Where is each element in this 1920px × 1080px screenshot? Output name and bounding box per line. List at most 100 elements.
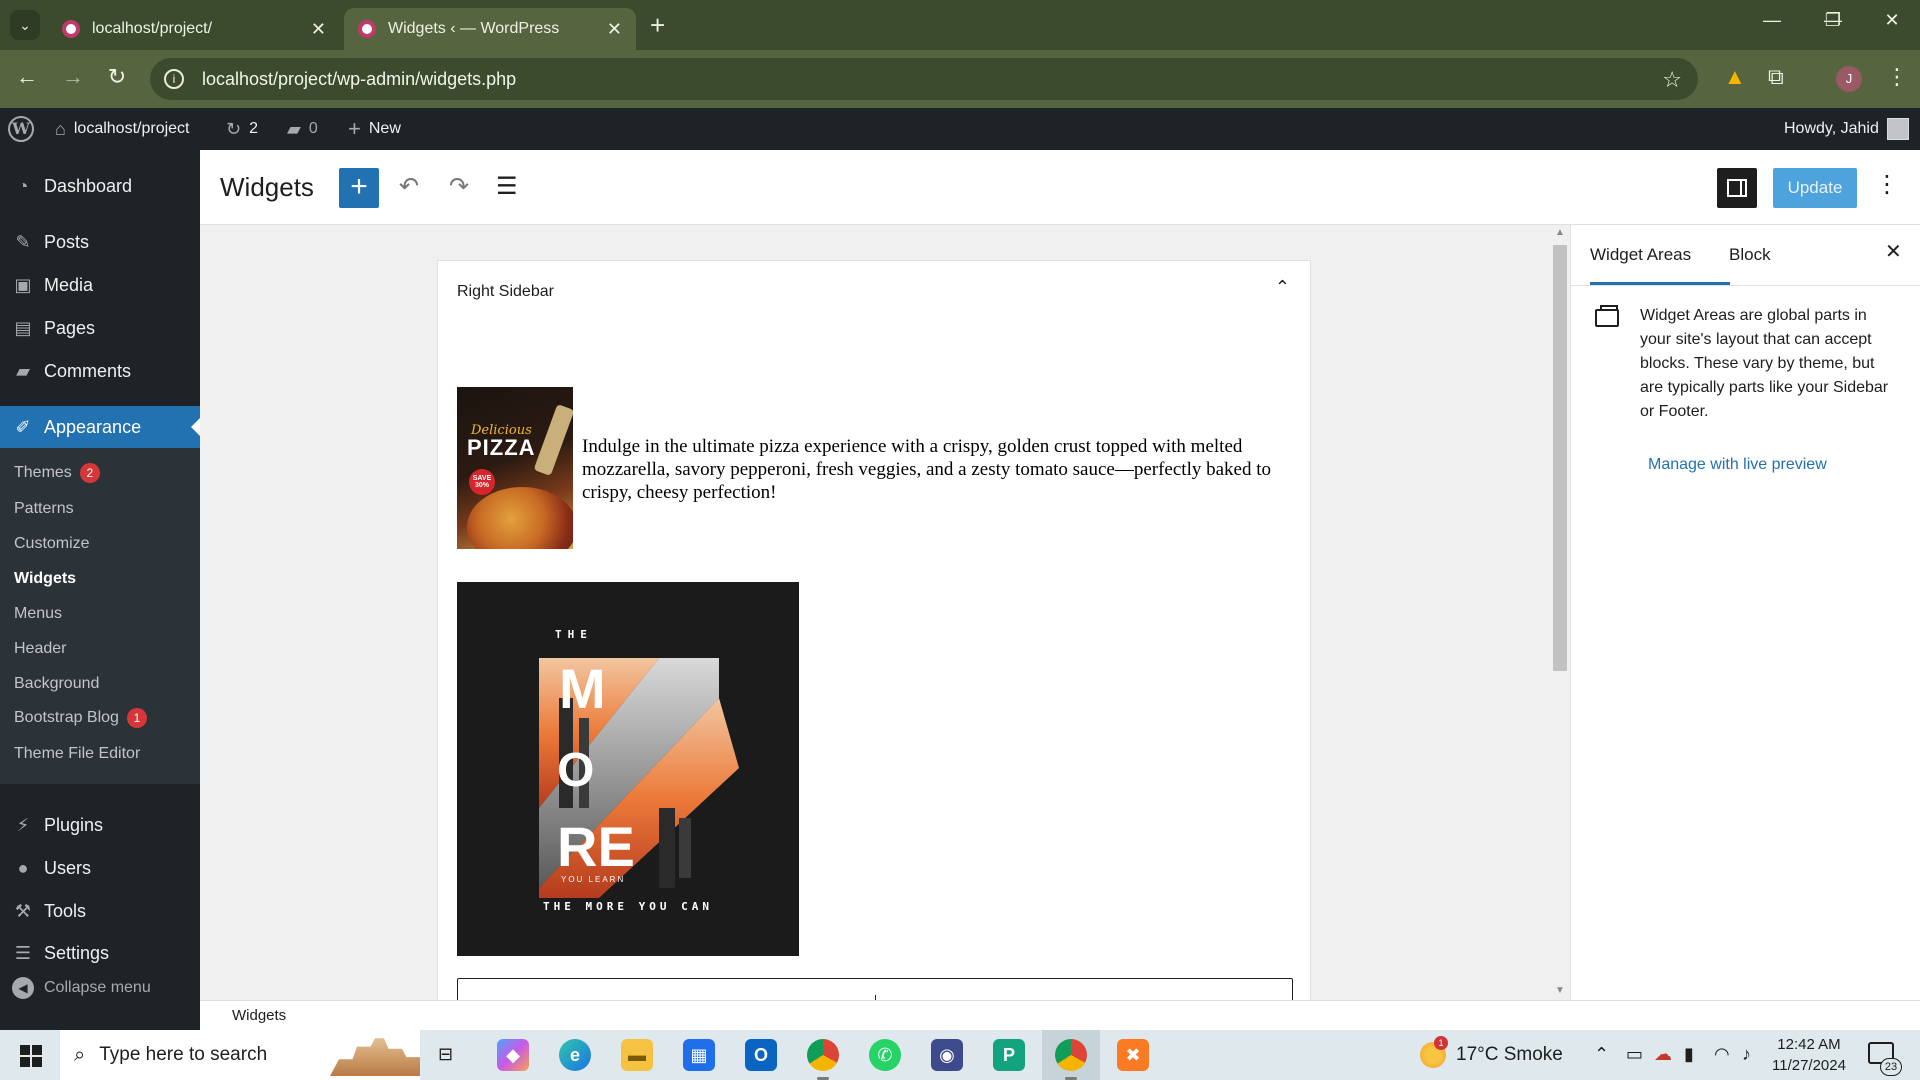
redo-icon[interactable]: ↷ [449, 172, 469, 201]
drive-extension-icon[interactable]: ▲ [1724, 64, 1746, 90]
options-menu-icon[interactable]: ⋮ [1875, 170, 1899, 199]
pizza-description-paragraph[interactable]: Indulge in the ultimate pizza experience… [582, 435, 1292, 504]
submenu-item-menus[interactable]: Menus [14, 605, 62, 623]
submenu-item-header[interactable]: Header [14, 640, 66, 658]
poster-building [679, 818, 691, 878]
submenu-item-themes[interactable]: Themes 2 [14, 463, 100, 483]
whatsapp-icon[interactable]: ✆ [869, 1039, 901, 1071]
weather-widget[interactable]: 1 17°C Smoke [1420, 1036, 1563, 1068]
edge-browser-icon[interactable]: e [559, 1039, 591, 1071]
tab-divider [1571, 285, 1920, 286]
bookmark-star-icon[interactable]: ☆ [1662, 67, 1682, 93]
my-account-link[interactable]: Howdy, Jahid [1784, 108, 1909, 150]
poster-letter-m: M [559, 657, 606, 720]
submenu-item-theme-file-editor[interactable]: Theme File Editor [14, 745, 140, 763]
browser-tab-localhost[interactable]: localhost/project/ ✕ [48, 8, 340, 50]
updates-link[interactable]: ↻ 2 [226, 108, 258, 150]
media-app-icon[interactable]: ◉ [931, 1039, 963, 1071]
widget-area-title[interactable]: Right Sidebar [457, 283, 554, 301]
xampp-icon[interactable]: ✖ [1117, 1039, 1149, 1071]
menu-item-settings[interactable]: ☰ Settings [0, 932, 200, 974]
tab-title: localhost/project/ [92, 20, 213, 37]
task-view-icon[interactable]: ⊟ [438, 1044, 453, 1065]
windows-start-icon[interactable] [20, 1045, 42, 1067]
meet-now-icon[interactable]: ▭ [1626, 1044, 1643, 1065]
taskbar-search-input[interactable]: ⌕ Type here to search [60, 1030, 420, 1080]
home-icon: ⌂ [55, 118, 66, 139]
menu-item-comments[interactable]: ▰ Comments [0, 350, 200, 392]
pages-icon: ▤ [14, 317, 32, 338]
submenu-item-widgets[interactable]: Widgets [14, 570, 76, 588]
outlook-icon[interactable]: O [745, 1039, 777, 1071]
close-icon[interactable]: ✕ [607, 19, 622, 40]
menu-label: Users [44, 857, 92, 878]
url-input[interactable]: i localhost/project/wp-admin/widgets.php… [150, 58, 1698, 100]
menu-item-appearance[interactable]: ✐ Appearance [0, 406, 200, 448]
browser-tab-widgets[interactable]: Widgets ‹ — WordPress ✕ [344, 8, 636, 50]
site-info-icon[interactable]: i [164, 69, 184, 89]
tab-widget-areas[interactable]: Widget Areas [1590, 225, 1730, 285]
wp-logo-button[interactable]: W [8, 108, 34, 150]
scroll-up-arrow-icon[interactable]: ▲ [1555, 227, 1565, 238]
update-button[interactable]: Update [1773, 168, 1857, 208]
menu-item-tools[interactable]: ⚒ Tools [0, 890, 200, 932]
search-icon: ⌕ [74, 1043, 86, 1066]
back-arrow-icon[interactable]: ← [12, 64, 42, 90]
canvas-scrollbar[interactable]: ▲ ▼ [1550, 225, 1570, 1000]
the-more-you-learn-poster-image[interactable]: THE M O RE YOU LEARN THE MORE YOU CAN [457, 582, 799, 956]
collapse-menu-button[interactable]: ◀ Collapse menu [12, 977, 151, 999]
chrome-icon[interactable] [807, 1039, 839, 1080]
file-explorer-icon[interactable]: ▬ [621, 1039, 653, 1071]
browser-menu-icon[interactable]: ⋮ [1886, 64, 1908, 90]
submenu-item-bootstrap-blog[interactable]: Bootstrap Blog 1 [14, 708, 147, 728]
submenu-label: Themes [14, 464, 72, 481]
tab-title: Widgets ‹ — WordPress [388, 20, 560, 37]
minimize-window-icon[interactable]: — [1752, 10, 1792, 31]
submenu-item-background[interactable]: Background [14, 675, 99, 693]
manage-live-preview-link[interactable]: Manage with live preview [1648, 456, 1827, 474]
comments-link[interactable]: ▰ 0 [287, 108, 318, 150]
taskbar-clock[interactable]: 12:42 AM 11/27/2024 [1772, 1034, 1846, 1076]
pycharm-icon[interactable]: P [993, 1039, 1025, 1071]
submenu-item-customize[interactable]: Customize [14, 535, 90, 553]
extensions-puzzle-icon[interactable]: ⧉ [1768, 64, 1784, 90]
battery-icon[interactable]: ▮ [1684, 1044, 1694, 1065]
menu-item-dashboard[interactable]: ◔ Dashboard [0, 165, 200, 207]
volume-icon[interactable]: ♪ [1742, 1044, 1751, 1065]
reload-icon[interactable]: ↻ [102, 64, 132, 90]
new-content-link[interactable]: + New [348, 108, 401, 150]
restore-window-icon[interactable]: ❐ [1813, 10, 1853, 31]
menu-item-posts[interactable]: ✎ Posts [0, 221, 200, 263]
settings-panel-toggle[interactable] [1717, 168, 1757, 208]
onedrive-icon[interactable]: ☁ [1654, 1044, 1672, 1065]
chevron-up-icon[interactable]: ⌃ [1594, 1044, 1609, 1065]
breadcrumb[interactable]: Widgets [232, 1007, 286, 1024]
submenu-item-patterns[interactable]: Patterns [14, 500, 74, 518]
chrome-profile-icon[interactable] [1055, 1039, 1087, 1080]
new-tab-plus-icon[interactable]: + [650, 10, 665, 40]
microsoft-store-icon[interactable]: ▦ [683, 1039, 715, 1071]
tab-search-button[interactable]: ⌄ [10, 10, 40, 40]
close-window-icon[interactable]: ✕ [1872, 10, 1912, 31]
forward-arrow-icon[interactable]: → [58, 64, 88, 90]
close-icon[interactable]: ✕ [311, 19, 326, 40]
site-name-link[interactable]: ⌂ localhost/project [55, 108, 190, 150]
menu-item-media[interactable]: ▣ Media [0, 264, 200, 306]
tab-block[interactable]: Block [1729, 225, 1771, 285]
list-view-icon[interactable]: ☰ [496, 172, 518, 201]
menu-label: Comments [44, 360, 132, 381]
scrollbar-thumb[interactable] [1553, 245, 1567, 671]
menu-item-plugins[interactable]: ⚡ Plugins [0, 804, 200, 846]
undo-icon[interactable]: ↶ [399, 172, 419, 201]
wifi-icon[interactable]: ◠ [1714, 1044, 1730, 1065]
copilot-icon[interactable]: ◆ [497, 1039, 529, 1071]
close-icon[interactable]: ✕ [1885, 239, 1902, 264]
menu-item-users[interactable]: ● Users [0, 847, 200, 889]
pizza-image[interactable]: Delicious PIZZA SAVE 30% [457, 387, 573, 549]
empty-paragraph-block[interactable] [457, 978, 1293, 1000]
chevron-up-icon[interactable]: ⌃ [1275, 277, 1290, 298]
scroll-down-arrow-icon[interactable]: ▼ [1555, 985, 1565, 996]
profile-avatar[interactable]: J [1836, 66, 1862, 92]
menu-item-pages[interactable]: ▤ Pages [0, 307, 200, 349]
block-inserter-button[interactable]: + [339, 168, 379, 208]
